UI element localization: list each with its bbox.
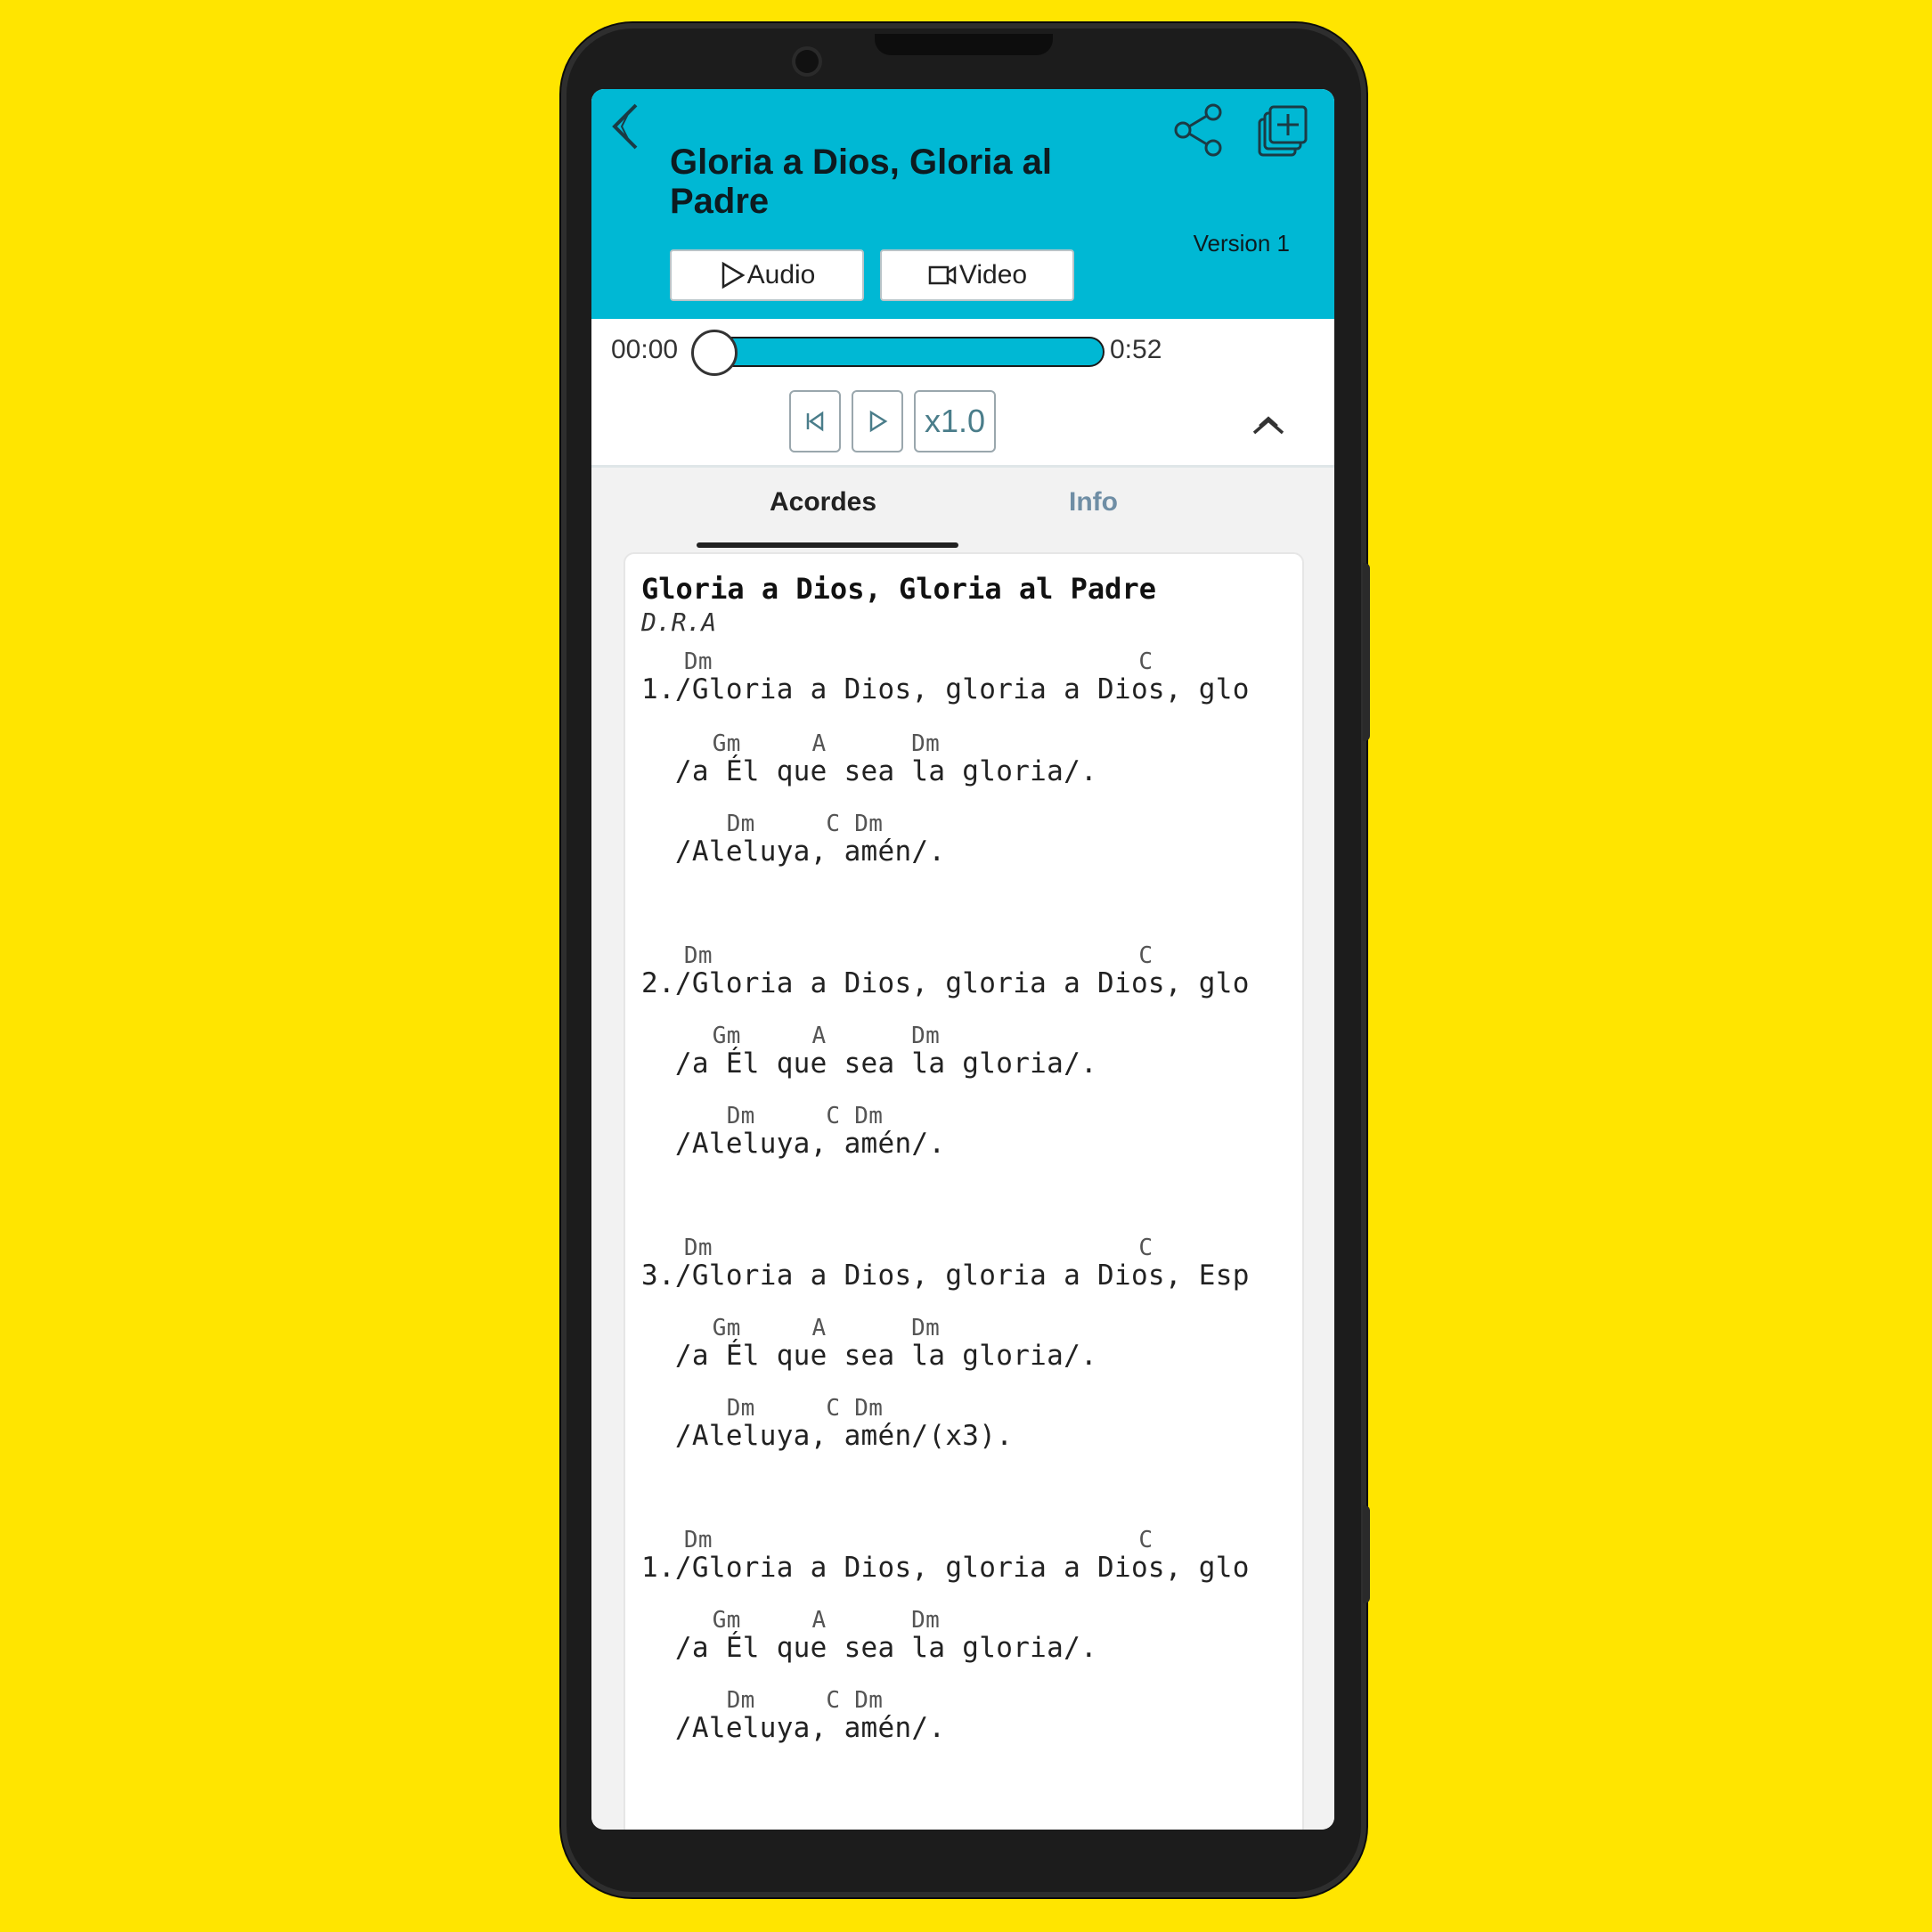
- lyric-line: 2./Gloria a Dios, gloria a Dios, glo: [641, 967, 1250, 999]
- front-camera: [795, 50, 819, 73]
- phone-side-button: [1363, 563, 1370, 741]
- chord-line: Gm A Dm: [641, 1607, 941, 1634]
- chord-line: Dm C: [641, 1235, 1153, 1261]
- back-chevron-icon: [612, 103, 638, 150]
- app-header: Gloria a Dios, Gloria al Padre Version 1…: [591, 89, 1334, 319]
- lyric-line: /a Él que sea la gloria/.: [641, 1632, 1098, 1664]
- progress-slider-thumb[interactable]: [691, 330, 738, 376]
- tab-bar: Acordes Info: [591, 468, 1334, 548]
- video-button-label: Video: [958, 260, 1028, 289]
- video-button[interactable]: Video: [880, 249, 1074, 301]
- chevron-double-up-icon: [1252, 416, 1284, 435]
- lyrics-card: Gloria a Dios, Gloria al Padre D.R.A Dm …: [624, 552, 1304, 1830]
- lyric-line: /a Él que sea la gloria/.: [641, 755, 1098, 787]
- chord-line: Gm A Dm: [641, 730, 941, 757]
- tab-acordes[interactable]: Acordes: [770, 487, 876, 518]
- collapse-player-button[interactable]: [1249, 406, 1288, 438]
- chord-line: Dm C Dm: [641, 811, 884, 837]
- phone-notch: [875, 34, 1053, 55]
- share-icon: [1174, 103, 1222, 157]
- chord-line: Dm C Dm: [641, 1103, 884, 1129]
- audio-player: 00:00 0:52 x1.0: [591, 319, 1334, 468]
- active-tab-indicator: [697, 542, 958, 548]
- playback-speed-button[interactable]: x1.0: [914, 390, 996, 452]
- audio-button[interactable]: Audio: [670, 249, 864, 301]
- chord-line: Dm C Dm: [641, 1687, 884, 1714]
- lyric-line: /Aleluya, amén/.: [641, 836, 946, 868]
- lyric-line: 3./Gloria a Dios, gloria a Dios, Esp: [641, 1259, 1250, 1292]
- add-to-list-button[interactable]: [1254, 102, 1311, 159]
- lyric-line: /a Él que sea la gloria/.: [641, 1048, 1098, 1080]
- play-button[interactable]: [852, 390, 903, 452]
- phone-side-button: [1363, 1505, 1370, 1603]
- add-to-list-icon: [1258, 105, 1308, 157]
- lyric-line: 1./Gloria a Dios, gloria a Dios, glo: [641, 1552, 1250, 1584]
- lyric-line: /Aleluya, amén/(x3).: [641, 1420, 1014, 1452]
- current-time: 00:00: [611, 335, 679, 364]
- chord-line: Dm C Dm: [641, 1395, 884, 1422]
- lyric-line: /Aleluya, amén/.: [641, 1712, 946, 1744]
- restart-button[interactable]: [789, 390, 841, 452]
- video-camera-icon: [928, 265, 957, 285]
- skip-previous-icon: [806, 411, 824, 432]
- lyrics-title: Gloria a Dios, Gloria al Padre: [641, 572, 1156, 606]
- lyric-line: 1./Gloria a Dios, gloria a Dios, glo: [641, 673, 1250, 705]
- share-button[interactable]: [1170, 102, 1227, 159]
- play-icon: [721, 261, 746, 289]
- chord-line: Dm C: [641, 648, 1153, 675]
- version-label: Version 1: [1193, 230, 1290, 257]
- back-button[interactable]: [606, 100, 648, 153]
- lyric-line: /Aleluya, amén/.: [641, 1128, 946, 1160]
- tab-info[interactable]: Info: [1069, 487, 1118, 518]
- progress-track[interactable]: [698, 337, 1105, 367]
- chord-line: Dm C: [641, 942, 1153, 969]
- play-icon: [869, 410, 888, 433]
- chord-line: Gm A Dm: [641, 1023, 941, 1049]
- chord-line: Dm C: [641, 1527, 1153, 1553]
- app-screen: Gloria a Dios, Gloria al Padre Version 1…: [591, 89, 1334, 1830]
- song-title-heading: Gloria a Dios, Gloria al Padre: [670, 143, 1053, 221]
- total-time: 0:52: [1110, 335, 1162, 364]
- lyric-line: /a Él que sea la gloria/.: [641, 1340, 1098, 1372]
- audio-button-label: Audio: [746, 260, 816, 289]
- lyrics-author: D.R.A: [641, 607, 717, 637]
- chord-line: Gm A Dm: [641, 1315, 941, 1341]
